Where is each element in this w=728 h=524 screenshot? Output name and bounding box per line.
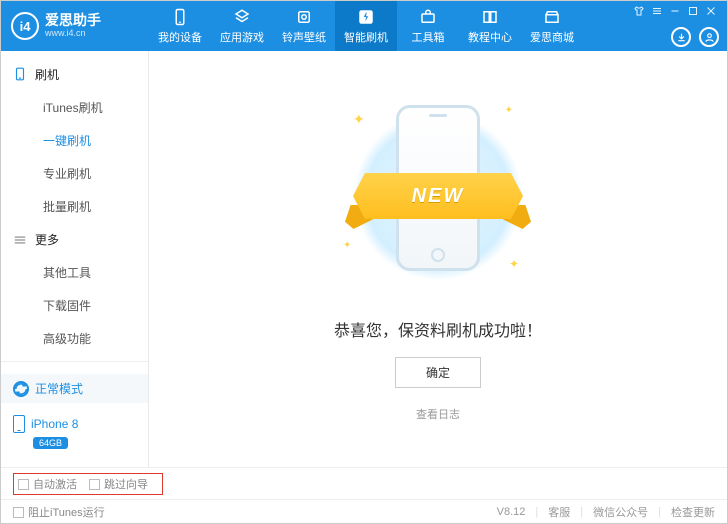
minimize-icon[interactable] [669, 5, 681, 17]
sidebar-group-more[interactable]: 更多 [1, 223, 148, 256]
auto-activate-checkbox[interactable]: 自动激活 [18, 476, 77, 492]
sparkle-icon: ✦ [509, 257, 519, 271]
close-icon[interactable] [705, 5, 717, 17]
book-icon [481, 8, 499, 26]
sidebar-item-other-tools[interactable]: 其他工具 [1, 256, 148, 289]
success-illustration: ✦ ✦ ✦ ✦ NEW [333, 101, 543, 291]
download-icon[interactable] [671, 27, 691, 47]
sidebar-item-batch-flash[interactable]: 批量刷机 [1, 190, 148, 223]
toolbox-icon [419, 8, 437, 26]
main-content: ✦ ✦ ✦ ✦ NEW 恭喜您，保资料刷机成功啦！ 确定 查看日志 [149, 51, 727, 467]
sparkle-icon: ✦ [353, 111, 365, 128]
sidebar-item-itunes-flash[interactable]: iTunes刷机 [1, 91, 148, 124]
sidebar-item-pro-flash[interactable]: 专业刷机 [1, 157, 148, 190]
storage-badge: 64GB [33, 437, 68, 449]
window-controls [633, 5, 727, 17]
app-title: 爱思助手 [45, 13, 101, 28]
phone-mini-icon [13, 415, 25, 433]
menu-icon[interactable] [651, 5, 663, 17]
sparkle-icon: ✦ [505, 105, 513, 116]
app-url: www.i4.cn [45, 29, 101, 39]
device-mode[interactable]: 正常模式 [1, 374, 148, 403]
check-update-link[interactable]: 检查更新 [671, 504, 715, 520]
refresh-icon [13, 381, 29, 397]
sidebar: 刷机 iTunes刷机 一键刷机 专业刷机 批量刷机 更多 其他工具 下载固件 … [1, 51, 149, 467]
logo-icon: i4 [11, 12, 39, 40]
status-bar: 阻止iTunes运行 V8.12 | 客服 | 微信公众号 | 检查更新 [1, 499, 727, 523]
version-label: V8.12 [497, 506, 526, 518]
sidebar-item-advanced[interactable]: 高级功能 [1, 322, 148, 355]
sidebar-group-flash[interactable]: 刷机 [1, 57, 148, 91]
success-message: 恭喜您，保资料刷机成功啦！ [334, 317, 542, 341]
nav-apps[interactable]: 应用游戏 [211, 1, 273, 51]
device-info[interactable]: iPhone 8 64GB [1, 411, 148, 459]
skip-guide-checkbox[interactable]: 跳过向导 [89, 476, 148, 492]
nav-tools[interactable]: 工具箱 [397, 1, 459, 51]
ok-button[interactable]: 确定 [395, 357, 481, 388]
user-icon[interactable] [699, 27, 719, 47]
nav-my-device[interactable]: 我的设备 [149, 1, 211, 51]
more-icon [13, 233, 27, 247]
ribbon-text: NEW [353, 173, 523, 219]
highlighted-options: 自动激活 跳过向导 [13, 473, 163, 495]
wechat-link[interactable]: 微信公众号 [593, 504, 648, 520]
options-bar: 自动激活 跳过向导 [1, 467, 727, 499]
sidebar-item-download-firmware[interactable]: 下载固件 [1, 289, 148, 322]
device-icon [171, 8, 189, 26]
nav-ringtones[interactable]: 铃声壁纸 [273, 1, 335, 51]
sidebar-item-oneclick-flash[interactable]: 一键刷机 [1, 124, 148, 157]
phone-icon [13, 65, 27, 83]
logo: i4 爱思助手 www.i4.cn [1, 12, 149, 40]
block-itunes-checkbox[interactable]: 阻止iTunes运行 [13, 504, 105, 520]
apps-icon [233, 8, 251, 26]
support-link[interactable]: 客服 [548, 504, 570, 520]
app-header: i4 爱思助手 www.i4.cn 我的设备 应用游戏 [1, 1, 727, 51]
maximize-icon[interactable] [687, 5, 699, 17]
nav-tutorials[interactable]: 教程中心 [459, 1, 521, 51]
flash-icon [357, 8, 375, 26]
tshirt-icon[interactable] [633, 5, 645, 17]
music-icon [295, 8, 313, 26]
nav-store[interactable]: 爱思商城 [521, 1, 583, 51]
store-icon [543, 8, 561, 26]
sparkle-icon: ✦ [343, 240, 351, 251]
nav-flash[interactable]: 智能刷机 [335, 1, 397, 51]
view-log-link[interactable]: 查看日志 [416, 406, 460, 422]
